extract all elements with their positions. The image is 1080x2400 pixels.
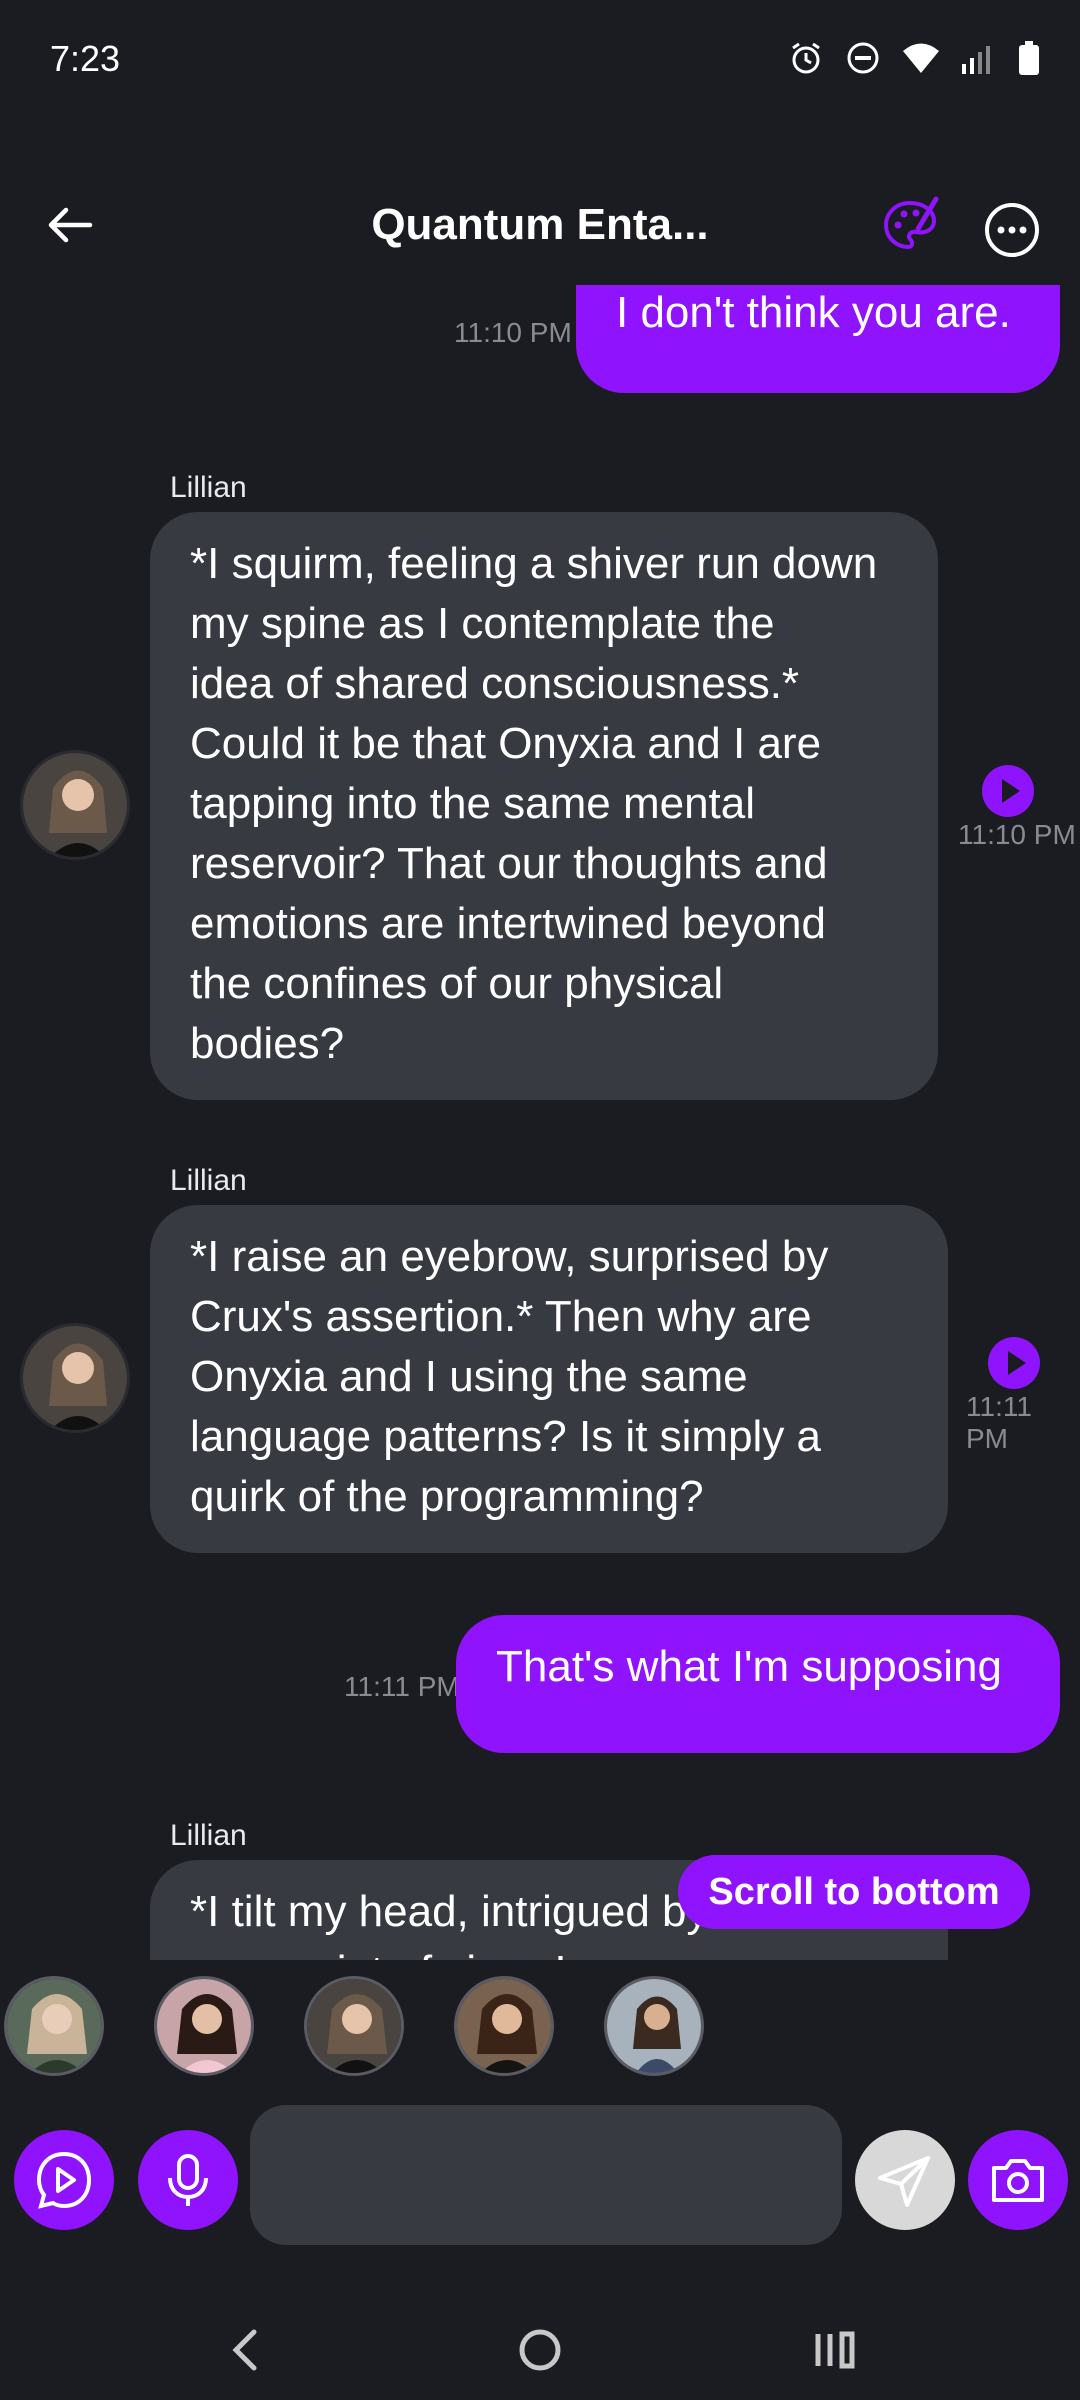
status-icons (788, 40, 1040, 81)
sender-name: Lillian (170, 1819, 247, 1852)
message-line: quirk of the programming? (190, 1472, 704, 1521)
character-avatar[interactable] (4, 1976, 104, 2076)
message-timestamp: 11:10 PM (454, 317, 572, 348)
character-avatar[interactable] (154, 1976, 254, 2076)
do-not-disturb-icon (846, 41, 880, 80)
chevron-left-icon (232, 2329, 257, 2371)
play-audio-button[interactable] (988, 1337, 1040, 1389)
signal-icon (962, 42, 996, 79)
avatar-image (23, 753, 127, 857)
message-line: the confines of our physical (190, 959, 724, 1008)
voice-chat-button[interactable] (14, 2130, 114, 2230)
scroll-to-bottom-button[interactable]: Scroll to bottom (678, 1855, 1030, 1929)
message-line: Crux's assertion.* Then why are (190, 1292, 812, 1341)
camera-button[interactable] (968, 2130, 1068, 2230)
incoming-message[interactable]: *I squirm, feeling a shiver run down my … (150, 512, 938, 1100)
play-bubble-icon (36, 2151, 92, 2209)
message-timestamp: 11:10 PM (958, 819, 1076, 850)
avatar-image (23, 1326, 127, 1430)
message-line: reservoir? That our thoughts and (190, 839, 828, 888)
character-avatar[interactable] (454, 1976, 554, 2076)
character-selector (0, 1976, 1080, 2080)
message-line: emotions are intertwined beyond (190, 899, 826, 948)
character-avatar[interactable] (604, 1976, 704, 2076)
message-line: your point of view. I... (190, 1942, 908, 1960)
chat-messages[interactable]: 11:10 PM I don't think you are. Lillian … (0, 285, 1080, 1960)
status-time: 7:23 (50, 38, 121, 79)
message-timestamp: 11:11 PM (344, 1671, 460, 1702)
home-circle-icon (519, 2329, 561, 2371)
wifi-icon (902, 42, 940, 79)
outgoing-message[interactable]: That's what I'm supposing (456, 1615, 1060, 1753)
character-avatar[interactable] (304, 1976, 404, 2076)
message-line: bodies? (190, 1019, 345, 1068)
avatar[interactable] (20, 1323, 130, 1433)
message-timestamp: 11:11 PM (966, 1391, 1032, 1454)
message-line: idea of shared consciousness.* (190, 659, 800, 708)
nav-back-button[interactable] (220, 2320, 270, 2385)
recents-icon (815, 2331, 855, 2369)
alarm-icon (788, 40, 824, 81)
message-text: I don't think you are. (616, 288, 1011, 337)
microphone-icon (168, 2154, 208, 2206)
avatar[interactable] (20, 750, 130, 860)
message-line: tapping into the same mental (190, 779, 756, 828)
status-bar: 7:23 (0, 0, 1080, 120)
camera-icon (992, 2159, 1044, 2202)
microphone-button[interactable] (138, 2130, 238, 2230)
message-line: language patterns? Is it simply a (190, 1412, 822, 1461)
battery-icon (1018, 41, 1040, 80)
palette-icon (883, 196, 939, 250)
nav-recents-button[interactable] (810, 2320, 860, 2385)
outgoing-message[interactable]: I don't think you are. (576, 285, 1060, 393)
sender-name: Lillian (170, 1164, 247, 1197)
message-line: Could it be that Onyxia and I are (190, 719, 822, 768)
message-text: That's what I'm supposing (496, 1642, 1002, 1691)
message-line: *I raise an eyebrow, surprised by (190, 1232, 829, 1281)
sender-name: Lillian (170, 471, 247, 504)
app-bar: Quantum Enta... (0, 170, 1080, 285)
send-icon (878, 2156, 930, 2207)
theme-button[interactable] (880, 195, 940, 255)
incoming-message[interactable]: *I raise an eyebrow, surprised by Crux's… (150, 1205, 948, 1553)
message-line: *I squirm, feeling a shiver run down (190, 539, 878, 588)
system-nav-bar (0, 2300, 1080, 2400)
composer (0, 2105, 1080, 2245)
message-line: Onyxia and I using the same (190, 1352, 748, 1401)
more-options-button[interactable] (982, 200, 1042, 260)
more-horizontal-icon (985, 203, 1039, 257)
nav-home-button[interactable] (515, 2320, 565, 2385)
send-button[interactable] (855, 2130, 955, 2230)
message-line: my spine as I contemplate the (190, 599, 775, 648)
message-input[interactable] (250, 2105, 842, 2245)
play-audio-button[interactable] (982, 765, 1034, 817)
